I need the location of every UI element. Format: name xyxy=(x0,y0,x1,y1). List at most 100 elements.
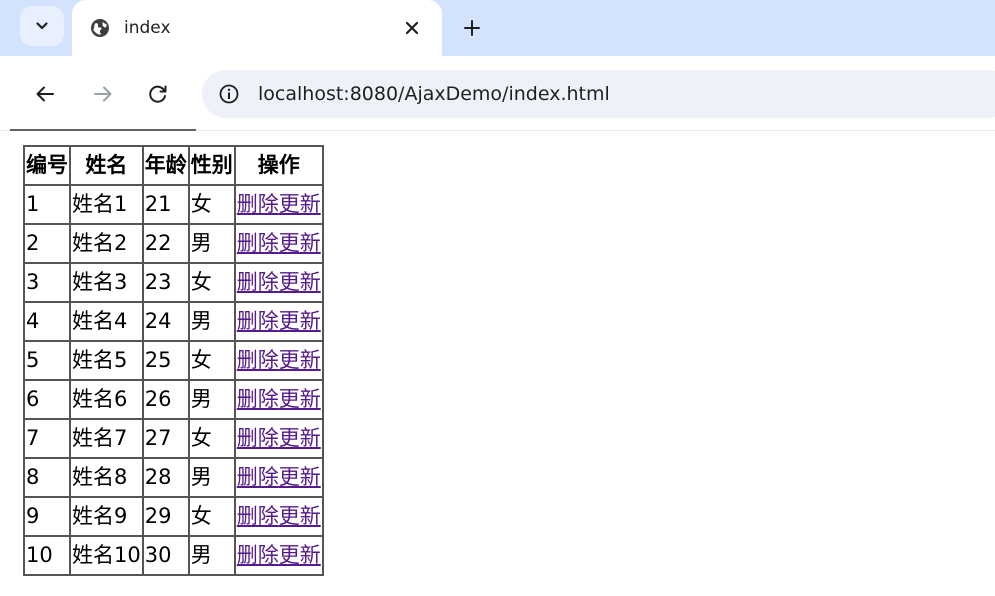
table-row: 3 姓名3 23 女 删除更新 xyxy=(24,263,323,302)
cell-actions: 删除更新 xyxy=(234,224,323,263)
forward-arrow-icon xyxy=(94,86,112,102)
cell-id: 5 xyxy=(24,341,70,380)
cell-name: 姓名8 xyxy=(70,458,143,497)
cell-age: 23 xyxy=(142,263,189,302)
cell-gender: 男 xyxy=(188,536,235,575)
cell-name: 姓名1 xyxy=(70,185,143,224)
cell-actions: 删除更新 xyxy=(234,341,323,380)
update-link[interactable]: 更新 xyxy=(279,426,321,450)
delete-link[interactable]: 删除 xyxy=(237,348,279,372)
address-bar[interactable]: localhost:8080/AjaxDemo/index.html xyxy=(202,70,995,118)
cell-name: 姓名3 xyxy=(70,263,143,302)
update-link[interactable]: 更新 xyxy=(279,465,321,489)
cell-age: 25 xyxy=(142,341,189,380)
url-text[interactable]: localhost:8080/AjaxDemo/index.html xyxy=(258,81,610,107)
cell-age: 28 xyxy=(142,458,189,497)
header-actions: 操作 xyxy=(234,146,323,185)
update-link[interactable]: 更新 xyxy=(279,231,321,255)
cell-gender: 女 xyxy=(188,419,235,458)
info-icon[interactable] xyxy=(218,83,240,105)
cell-actions: 删除更新 xyxy=(234,302,323,341)
cell-id: 4 xyxy=(24,302,70,341)
cell-age: 29 xyxy=(142,497,189,536)
cell-name: 姓名9 xyxy=(70,497,143,536)
delete-link[interactable]: 删除 xyxy=(237,504,279,528)
tab-title: index xyxy=(124,18,171,38)
cell-gender: 男 xyxy=(188,302,235,341)
header-name: 姓名 xyxy=(70,146,143,185)
data-table: 编号 姓名 年龄 性别 操作 1 姓名1 21 女 删除更新 2 姓名2 22 … xyxy=(23,145,324,576)
delete-link[interactable]: 删除 xyxy=(237,192,279,216)
cell-actions: 删除更新 xyxy=(234,497,323,536)
tab-close-button[interactable] xyxy=(400,16,424,40)
cell-age: 21 xyxy=(142,185,189,224)
forward-button[interactable] xyxy=(89,80,117,108)
cell-age: 22 xyxy=(142,224,189,263)
cell-age: 27 xyxy=(142,419,189,458)
table-header-row: 编号 姓名 年龄 性别 操作 xyxy=(24,146,323,185)
update-link[interactable]: 更新 xyxy=(279,270,321,294)
cell-age: 24 xyxy=(142,302,189,341)
cell-age: 26 xyxy=(142,380,189,419)
back-button[interactable] xyxy=(31,80,59,108)
update-link[interactable]: 更新 xyxy=(279,192,321,216)
tab-active[interactable]: index xyxy=(72,0,442,56)
tab-search-button[interactable] xyxy=(20,6,64,46)
cell-id: 6 xyxy=(24,380,70,419)
reload-button[interactable] xyxy=(144,80,172,108)
chevron-down-icon xyxy=(36,22,48,30)
cell-name: 姓名2 xyxy=(70,224,143,263)
cell-actions: 删除更新 xyxy=(234,419,323,458)
table-row: 1 姓名1 21 女 删除更新 xyxy=(24,185,323,224)
delete-link[interactable]: 删除 xyxy=(237,309,279,333)
cell-name: 姓名7 xyxy=(70,419,143,458)
cell-name: 姓名6 xyxy=(70,380,143,419)
cell-id: 9 xyxy=(24,497,70,536)
update-link[interactable]: 更新 xyxy=(279,504,321,528)
cell-gender: 男 xyxy=(188,224,235,263)
toolbar: localhost:8080/AjaxDemo/index.html xyxy=(0,56,995,130)
plus-icon xyxy=(464,20,480,36)
reload-icon xyxy=(149,85,167,103)
update-link[interactable]: 更新 xyxy=(279,387,321,411)
table-row: 6 姓名6 26 男 删除更新 xyxy=(24,380,323,419)
cell-name: 姓名10 xyxy=(70,536,143,575)
delete-link[interactable]: 删除 xyxy=(237,465,279,489)
cell-gender: 女 xyxy=(188,185,235,224)
table-row: 9 姓名9 29 女 删除更新 xyxy=(24,497,323,536)
page-content: 编号 姓名 年龄 性别 操作 1 姓名1 21 女 删除更新 2 姓名2 22 … xyxy=(0,131,995,596)
cell-id: 2 xyxy=(24,224,70,263)
new-tab-button[interactable] xyxy=(458,14,486,42)
cell-id: 3 xyxy=(24,263,70,302)
table-row: 2 姓名2 22 男 删除更新 xyxy=(24,224,323,263)
update-link[interactable]: 更新 xyxy=(279,309,321,333)
cell-actions: 删除更新 xyxy=(234,185,323,224)
cell-actions: 删除更新 xyxy=(234,263,323,302)
delete-link[interactable]: 删除 xyxy=(237,231,279,255)
cell-id: 10 xyxy=(24,536,70,575)
cell-gender: 男 xyxy=(188,458,235,497)
cell-name: 姓名4 xyxy=(70,302,143,341)
cell-gender: 男 xyxy=(188,380,235,419)
globe-icon xyxy=(91,19,109,37)
cell-actions: 删除更新 xyxy=(234,536,323,575)
header-age: 年龄 xyxy=(142,146,189,185)
table-row: 5 姓名5 25 女 删除更新 xyxy=(24,341,323,380)
delete-link[interactable]: 删除 xyxy=(237,270,279,294)
delete-link[interactable]: 删除 xyxy=(237,387,279,411)
cell-age: 30 xyxy=(142,536,189,575)
close-icon xyxy=(405,21,419,35)
tab-strip: index xyxy=(0,0,995,56)
table-row: 4 姓名4 24 男 删除更新 xyxy=(24,302,323,341)
delete-link[interactable]: 删除 xyxy=(237,426,279,450)
cell-gender: 女 xyxy=(188,263,235,302)
back-arrow-icon xyxy=(36,86,54,102)
update-link[interactable]: 更新 xyxy=(279,348,321,372)
header-gender: 性别 xyxy=(188,146,235,185)
table-row: 8 姓名8 28 男 删除更新 xyxy=(24,458,323,497)
cell-gender: 女 xyxy=(188,497,235,536)
update-link[interactable]: 更新 xyxy=(279,543,321,567)
delete-link[interactable]: 删除 xyxy=(237,543,279,567)
cell-id: 8 xyxy=(24,458,70,497)
cell-id: 1 xyxy=(24,185,70,224)
